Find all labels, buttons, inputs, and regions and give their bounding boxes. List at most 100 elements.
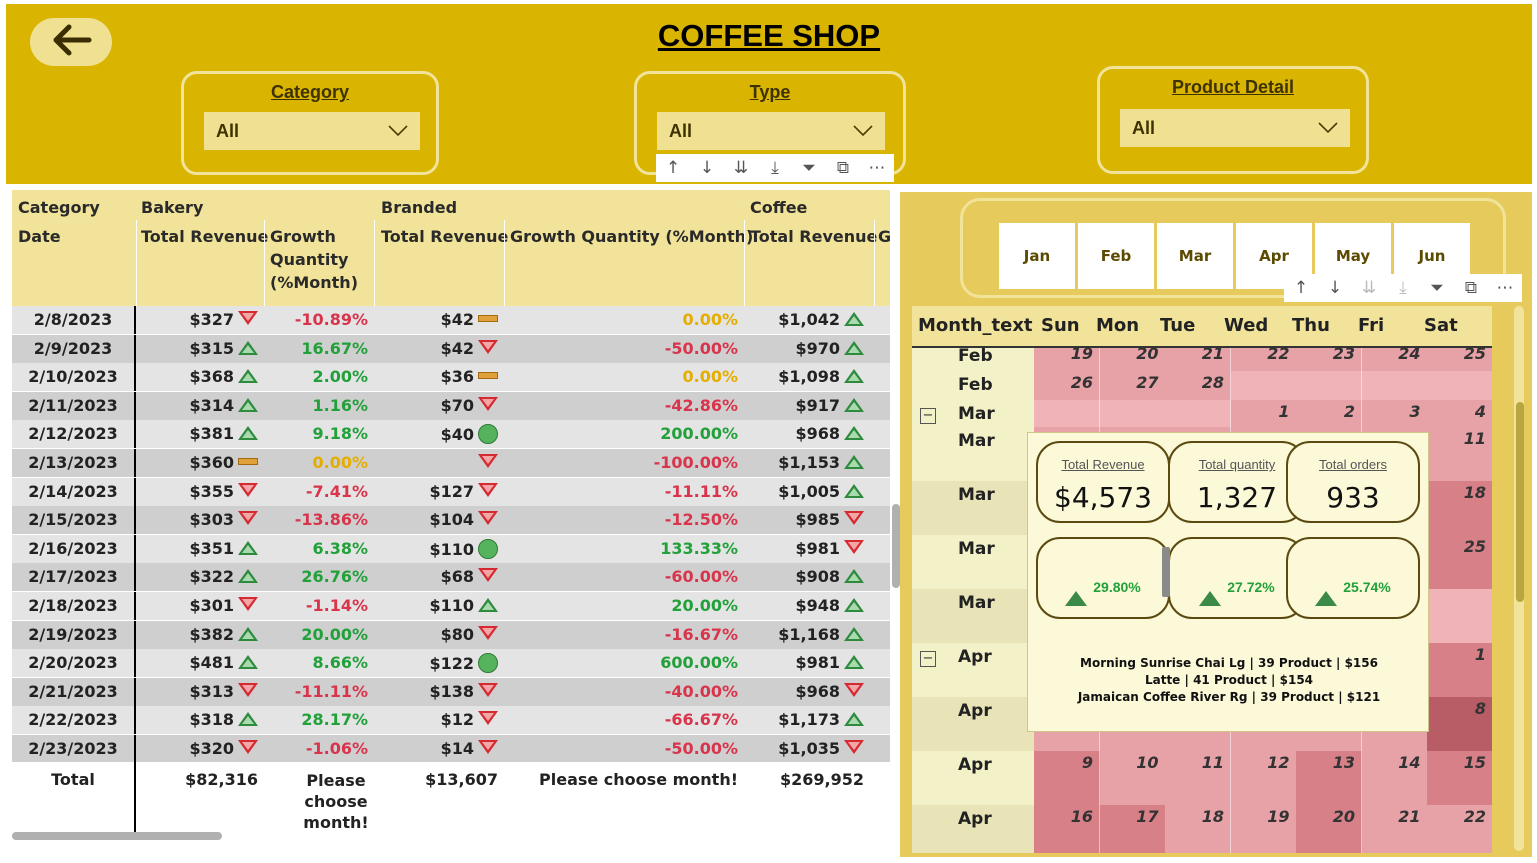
calendar-day-cell[interactable]: 15 bbox=[1427, 751, 1492, 805]
expand-all-icon[interactable]: ⇊ bbox=[1352, 274, 1386, 302]
calendar-day-cell[interactable]: 13 bbox=[1296, 751, 1362, 805]
calendar-day-cell[interactable] bbox=[1034, 400, 1100, 427]
column-header-bakery-growth[interactable]: Growth Quantity (%Month) bbox=[270, 225, 358, 294]
weekday-fri[interactable]: Fri bbox=[1358, 315, 1384, 336]
calendar-day-cell[interactable]: 3 bbox=[1361, 400, 1428, 427]
sort-ascending-icon[interactable]: ↑ bbox=[656, 154, 690, 182]
weekday-wed[interactable]: Wed bbox=[1224, 315, 1268, 336]
weekday-sat[interactable]: Sat bbox=[1424, 315, 1458, 336]
calendar-day-cell[interactable] bbox=[1296, 371, 1362, 400]
drill-down-icon[interactable]: ⤓ bbox=[1386, 274, 1420, 302]
calendar-day-cell[interactable]: 28 bbox=[1165, 371, 1231, 400]
calendar-day-cell[interactable]: 18 bbox=[1427, 481, 1492, 535]
product-detail-dropdown[interactable]: All bbox=[1120, 109, 1350, 147]
table-row[interactable]: 2/15/2023 $303 $104 $985 -13.86% -12.50% bbox=[12, 506, 890, 535]
calendar-day-cell[interactable]: 20 bbox=[1099, 348, 1166, 371]
calendar-day-cell[interactable]: 16 bbox=[1034, 805, 1100, 853]
column-header-bakery-revenue[interactable]: Total Revenue bbox=[141, 225, 268, 248]
calendar-row[interactable]: Feb 19 20 21 22 23 24 25 bbox=[912, 348, 1492, 371]
expand-all-icon[interactable]: ⇊ bbox=[724, 154, 758, 182]
filter-icon[interactable]: ⏷ bbox=[792, 154, 826, 182]
column-header-date[interactable]: Date bbox=[18, 225, 61, 248]
calendar-day-cell[interactable]: 22 bbox=[1230, 348, 1297, 371]
month-tile-feb[interactable]: Feb bbox=[1078, 223, 1154, 289]
table-row[interactable]: 2/16/2023 $351 $110 $981 6.38% 133.33% bbox=[12, 534, 890, 563]
table-row[interactable]: 2/22/2023 $318 $12 $1,173 28.17% -66.67% bbox=[12, 706, 890, 735]
calendar-day-cell[interactable]: 26 bbox=[1034, 371, 1100, 400]
calendar-day-cell[interactable]: 24 bbox=[1361, 348, 1428, 371]
calendar-day-cell[interactable]: 18 bbox=[1165, 805, 1231, 853]
column-header-branded-revenue[interactable]: Total Revenue bbox=[381, 225, 508, 248]
calendar-day-cell[interactable]: 1 bbox=[1427, 643, 1492, 697]
calendar-row[interactable]: − Mar 1 2 3 4 bbox=[912, 400, 1492, 427]
calendar-day-cell[interactable]: 19 bbox=[1230, 805, 1297, 853]
table-row[interactable]: 2/18/2023 $301 $110 $948 -1.14% 20.00% bbox=[12, 592, 890, 620]
filter-icon[interactable]: ⏷ bbox=[1420, 274, 1454, 302]
table-row[interactable]: 2/11/2023 $314 $70 $917 1.16% -42.86% bbox=[12, 391, 890, 420]
calendar-row[interactable]: Apr 16 17 18 19 20 21 22 bbox=[912, 805, 1492, 853]
calendar-scrollbar-thumb[interactable] bbox=[1516, 402, 1524, 602]
calendar-day-cell[interactable]: 21 bbox=[1361, 805, 1428, 853]
column-header-branded-growth[interactable]: Growth Quantity (%Month) bbox=[510, 225, 753, 248]
focus-mode-icon[interactable]: ⧉ bbox=[1454, 274, 1488, 302]
weekday-thu[interactable]: Thu bbox=[1292, 315, 1330, 336]
calendar-day-cell[interactable]: 9 bbox=[1034, 751, 1100, 805]
more-options-icon[interactable]: ⋯ bbox=[1488, 274, 1522, 302]
table-row[interactable]: 2/8/2023 $327 $42 $1,042 -10.89% 0.00% bbox=[12, 306, 890, 334]
calendar-row[interactable]: Feb 26 27 28 bbox=[912, 371, 1492, 400]
more-options-icon[interactable]: ⋯ bbox=[860, 154, 894, 182]
calendar-day-cell[interactable]: 14 bbox=[1361, 751, 1428, 805]
collapse-icon[interactable]: − bbox=[920, 408, 936, 424]
table-row[interactable]: 2/17/2023 $322 $68 $908 26.76% -60.00% bbox=[12, 563, 890, 592]
calendar-day-cell[interactable]: 11 bbox=[1165, 751, 1231, 805]
calendar-day-cell[interactable]: 11 bbox=[1427, 427, 1492, 481]
calendar-day-cell[interactable]: 27 bbox=[1099, 371, 1166, 400]
sort-ascending-icon[interactable]: ↑ bbox=[1284, 274, 1318, 302]
calendar-day-cell[interactable]: 10 bbox=[1099, 751, 1166, 805]
calendar-row[interactable]: Apr 9 10 11 12 13 14 15 bbox=[912, 751, 1492, 805]
calendar-day-cell[interactable]: 8 bbox=[1427, 697, 1492, 751]
table-row[interactable]: 2/21/2023 $313 $138 $968 -11.11% -40.00% bbox=[12, 677, 890, 706]
calendar-day-cell[interactable]: 4 bbox=[1427, 400, 1492, 427]
calendar-day-cell[interactable]: 2 bbox=[1296, 400, 1362, 427]
calendar-day-cell[interactable]: 25 bbox=[1427, 348, 1492, 371]
calendar-day-cell[interactable]: 12 bbox=[1230, 751, 1297, 805]
calendar-day-cell[interactable] bbox=[1165, 400, 1231, 427]
weekday-tue[interactable]: Tue bbox=[1160, 315, 1195, 336]
table-row[interactable]: 2/12/2023 $381 $40 $968 9.18% 200.00% bbox=[12, 420, 890, 449]
collapse-icon[interactable]: − bbox=[920, 651, 936, 667]
table-row[interactable]: 2/9/2023 $315 $42 $970 16.67% -50.00% bbox=[12, 334, 890, 363]
weekday-mon[interactable]: Mon bbox=[1096, 315, 1139, 336]
column-header-coffee-revenue[interactable]: Total Revenue bbox=[750, 225, 877, 248]
calendar-day-cell[interactable] bbox=[1427, 371, 1492, 400]
month-tile-mar[interactable]: Mar bbox=[1157, 223, 1233, 289]
table-row[interactable]: 2/10/2023 $368 $36 $1,098 2.00% 0.00% bbox=[12, 363, 890, 392]
calendar-day-cell[interactable] bbox=[1427, 589, 1492, 643]
table-row[interactable]: 2/14/2023 $355 $127 $1,005 -7.41% -11.11% bbox=[12, 477, 890, 506]
calendar-day-cell[interactable] bbox=[1361, 371, 1428, 400]
focus-mode-icon[interactable]: ⧉ bbox=[826, 154, 860, 182]
calendar-day-cell[interactable]: 19 bbox=[1034, 348, 1100, 371]
calendar-day-cell[interactable]: 20 bbox=[1296, 805, 1362, 853]
category-dropdown[interactable]: All bbox=[204, 112, 420, 150]
calendar-day-cell[interactable]: 23 bbox=[1296, 348, 1362, 371]
table-row[interactable]: 2/13/2023 $360 $1,153 0.00% -100.00% bbox=[12, 449, 890, 477]
table-row[interactable]: 2/20/2023 $481 $122 $981 8.66% 600.00% bbox=[12, 649, 890, 678]
horizontal-scrollbar[interactable] bbox=[12, 832, 222, 840]
calendar-day-cell[interactable]: 25 bbox=[1427, 535, 1492, 589]
sort-descending-icon[interactable]: ↓ bbox=[690, 154, 724, 182]
sort-descending-icon[interactable]: ↓ bbox=[1318, 274, 1352, 302]
calendar-day-cell[interactable]: 21 bbox=[1165, 348, 1231, 371]
calendar-day-cell[interactable]: 1 bbox=[1230, 400, 1297, 427]
table-row[interactable]: 2/23/2023 $320 $14 $1,035 -1.06% -50.00% bbox=[12, 735, 890, 763]
vertical-scrollbar[interactable] bbox=[892, 504, 900, 588]
calendar-day-cell[interactable] bbox=[1099, 400, 1166, 427]
calendar-day-cell[interactable] bbox=[1230, 371, 1297, 400]
calendar-day-cell[interactable]: 22 bbox=[1427, 805, 1492, 853]
month-tile-jan[interactable]: Jan bbox=[999, 223, 1075, 289]
drill-down-icon[interactable]: ⤓ bbox=[758, 154, 792, 182]
weekday-sun[interactable]: Sun bbox=[1041, 315, 1080, 336]
calendar-row-header[interactable]: Month_text bbox=[918, 315, 1033, 336]
calendar-day-cell[interactable]: 17 bbox=[1099, 805, 1166, 853]
column-header-coffee-growth[interactable]: G bbox=[878, 225, 890, 248]
